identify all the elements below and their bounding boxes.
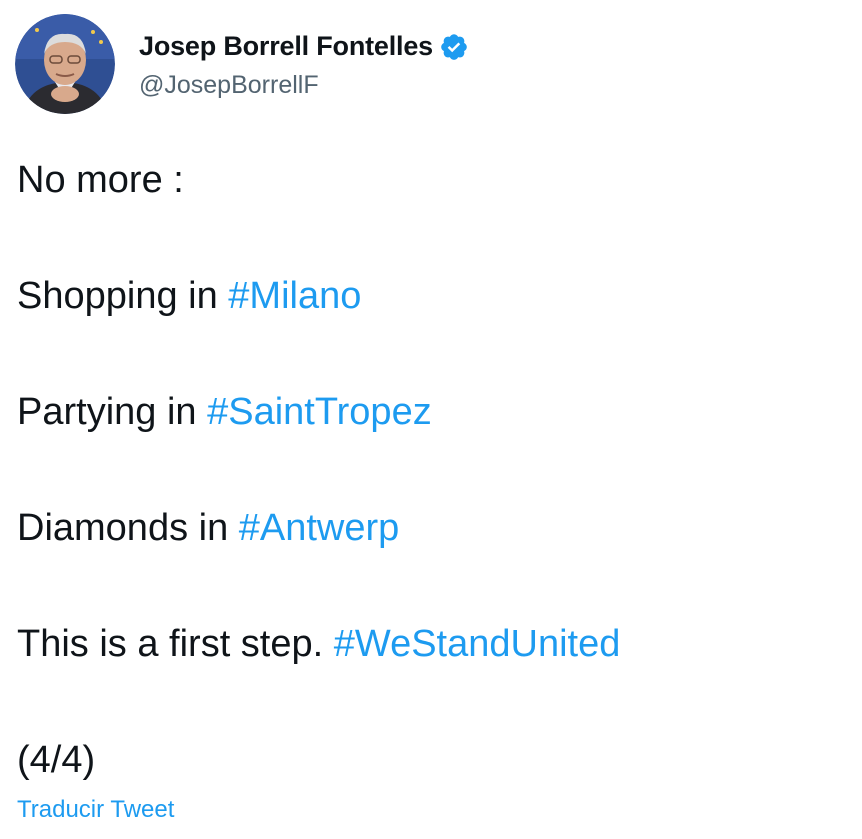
hashtag-link[interactable]: #Milano	[228, 275, 361, 317]
tweet-line: Diamonds in #Antwerp	[17, 500, 847, 556]
tweet-line: No more :	[17, 152, 847, 208]
tweet-line-text: Shopping in	[17, 275, 229, 317]
tweet-line-text: Partying in	[17, 391, 208, 433]
avatar[interactable]	[15, 14, 115, 114]
hashtag-link[interactable]: #Antwerp	[239, 507, 400, 549]
tweet-line: Shopping in #Milano	[17, 268, 847, 324]
author-display-name[interactable]: Josep Borrell Fontelles	[139, 31, 433, 62]
verified-badge-icon	[439, 32, 469, 62]
tweet-line-text: (4/4)	[17, 739, 96, 781]
tweet-line: (4/4)	[17, 732, 847, 788]
author-names: Josep Borrell Fontelles @JosepBorrellF	[139, 29, 469, 100]
author-handle[interactable]: @JosepBorrellF	[139, 71, 469, 100]
hashtag-link[interactable]: #WeStandUnited	[334, 623, 621, 665]
translate-tweet-link[interactable]: Traducir Tweet	[17, 796, 174, 824]
tweet-line: Partying in #SaintTropez	[17, 384, 847, 440]
tweet-line-text: No more :	[17, 159, 184, 201]
hashtag-link[interactable]: #SaintTropez	[207, 391, 432, 433]
tweet-header: Josep Borrell Fontelles @JosepBorrellF	[15, 14, 469, 114]
tweet-text: No more : Shopping in #Milano Partying i…	[17, 152, 847, 788]
name-row: Josep Borrell Fontelles	[139, 29, 469, 65]
tweet-line: This is a first step. #WeStandUnited	[17, 616, 847, 672]
tweet-line-text: This is a first step.	[17, 623, 334, 665]
tweet-line-text: Diamonds in	[17, 507, 239, 549]
tweet: Josep Borrell Fontelles @JosepBorrellF N…	[0, 0, 862, 839]
